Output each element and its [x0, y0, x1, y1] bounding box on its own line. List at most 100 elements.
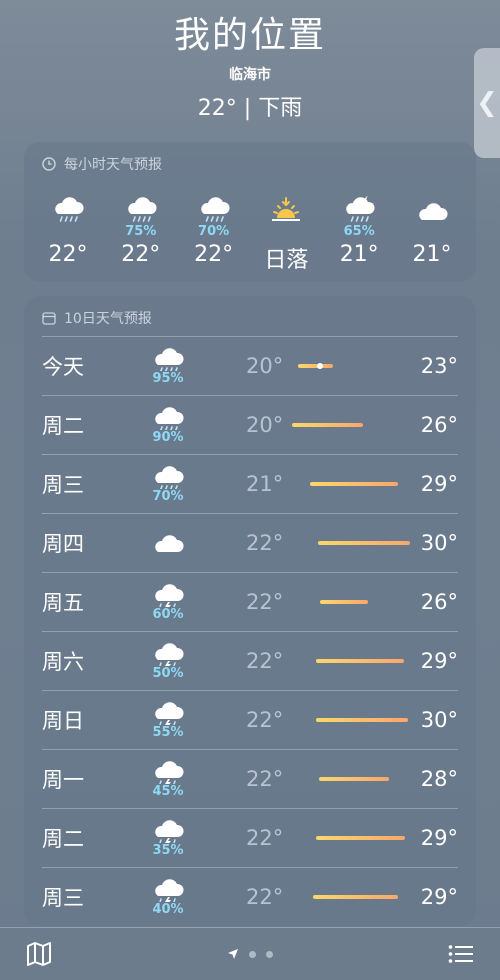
- page-dot: [249, 950, 256, 958]
- page-indicator[interactable]: [227, 948, 273, 960]
- temp-range-track: [292, 423, 410, 427]
- temp-range-track: [292, 600, 410, 604]
- precip-chance: 75%: [125, 224, 157, 239]
- daily-forecast-header: 10日天气预报: [24, 296, 476, 336]
- cloud-bolt-rain-icon: [148, 581, 188, 607]
- hourly-list: 22° 75% 22° 70% 22° 日落 65% 21° 21°: [24, 182, 476, 274]
- hour-item: 22°: [38, 190, 98, 274]
- low-temp: 22°: [246, 590, 284, 614]
- map-icon[interactable]: [26, 942, 52, 966]
- day-label: 周二: [42, 414, 84, 438]
- precip-chance: 40%: [152, 902, 184, 917]
- precip-chance: 90%: [152, 430, 184, 445]
- current-temp-dot: [317, 363, 324, 369]
- sunset-icon: [256, 190, 316, 224]
- daily-row[interactable]: 周二 90% 20° 26°: [42, 395, 458, 454]
- day-label: 周日: [42, 709, 84, 733]
- temp-range-track: [292, 482, 410, 486]
- current-conditions: 22° | 下雨: [197, 96, 303, 121]
- location-arrow-icon: [228, 949, 238, 959]
- weather-condition: 35%: [148, 817, 188, 858]
- daily-row[interactable]: 周一 45% 22° 28°: [42, 749, 458, 808]
- precip-chance: 45%: [152, 784, 184, 799]
- location-title: 我的位置: [173, 15, 326, 56]
- precip-chance: 65%: [343, 224, 375, 239]
- weather-condition: [148, 532, 188, 556]
- temp-range-track: [292, 659, 410, 663]
- hour-temp: 22°: [48, 242, 88, 267]
- hour-item: 21°: [402, 190, 462, 274]
- daily-row[interactable]: 今天 95% 20° 23°: [42, 336, 458, 395]
- cloud-bolt-rain-icon: [148, 817, 188, 843]
- day-label: 周一: [42, 768, 84, 792]
- daily-list: 今天 95% 20° 23° 周二 90% 20° 26° 周三 70% 21° 29° 周四 22° 30…: [24, 336, 476, 926]
- temp-range-track: [292, 895, 410, 899]
- precip-chance: 55%: [152, 725, 184, 740]
- hour-item: 75% 22°: [111, 190, 171, 274]
- cloud-bolt-rain-icon: [148, 640, 188, 666]
- precip-chance: 70%: [152, 489, 184, 504]
- daily-row[interactable]: 周六 50% 22° 29°: [42, 631, 458, 690]
- chevron-left-icon: ❮: [476, 88, 498, 118]
- high-temp: 29°: [420, 649, 458, 673]
- temp-range-bar: [319, 777, 389, 781]
- temp-range-bar: [309, 482, 399, 486]
- hour-temp: 21°: [412, 242, 452, 267]
- daily-row[interactable]: 周二 35% 22° 29°: [42, 808, 458, 867]
- daily-row[interactable]: 周五 60% 22° 26°: [42, 572, 458, 631]
- clock-icon: [42, 157, 56, 171]
- cloud-bolt-rain-icon: [148, 876, 188, 902]
- daily-forecast-title: 10日天气预报: [64, 311, 152, 327]
- hour-item: 70% 22°: [184, 190, 244, 274]
- daily-row[interactable]: 周三 40% 22° 29°: [42, 867, 458, 926]
- temp-range-track: [292, 718, 410, 722]
- temp-range-track: [292, 836, 410, 840]
- hour-temp: 22°: [194, 242, 234, 267]
- cloud-rain-icon: [111, 190, 171, 224]
- weather-condition: 45%: [148, 758, 188, 799]
- daily-row[interactable]: 周日 55% 22° 30°: [42, 690, 458, 749]
- high-temp: 30°: [420, 708, 458, 732]
- low-temp: 21°: [246, 472, 284, 496]
- calendar-icon: [42, 312, 56, 325]
- hourly-forecast-title: 每小时天气预报: [64, 157, 162, 173]
- precip-chance: [402, 224, 462, 240]
- temp-range-bar: [315, 659, 405, 663]
- high-temp: 23°: [420, 354, 458, 378]
- side-panel-tab[interactable]: ❮: [474, 48, 500, 158]
- high-temp: 29°: [420, 826, 458, 850]
- high-temp: 28°: [420, 767, 458, 791]
- day-label: 周三: [42, 473, 84, 497]
- precip-chance: 35%: [152, 843, 184, 858]
- temp-range-bar: [317, 541, 410, 545]
- cloud-moon-rain-icon: [329, 190, 389, 224]
- temp-range-bar: [313, 895, 399, 899]
- list-icon[interactable]: [448, 944, 474, 964]
- weather-condition: 40%: [148, 876, 188, 917]
- high-temp: 26°: [420, 590, 458, 614]
- bottom-toolbar: [0, 927, 500, 980]
- weather-condition: 50%: [148, 640, 188, 681]
- temp-range-bar: [297, 363, 334, 369]
- low-temp: 20°: [246, 413, 284, 437]
- cloud-rain-icon: [148, 404, 188, 430]
- day-label: 周六: [42, 650, 84, 674]
- high-temp: 29°: [420, 885, 458, 909]
- low-temp: 22°: [246, 531, 284, 555]
- cloud-rain-icon: [38, 190, 98, 224]
- low-temp: 20°: [246, 354, 284, 378]
- day-label: 周二: [42, 827, 84, 851]
- cloud-bolt-rain-icon: [148, 699, 188, 725]
- cloud-icon: [402, 190, 462, 224]
- cloud-rain-icon: [148, 345, 188, 371]
- temp-range-bar: [292, 423, 363, 427]
- low-temp: 22°: [246, 649, 284, 673]
- daily-row[interactable]: 周三 70% 21° 29°: [42, 454, 458, 513]
- page-dot: [266, 950, 273, 958]
- daily-row[interactable]: 周四 22° 30°: [42, 513, 458, 572]
- location-header: 我的位置 临海市 22° | 下雨: [0, 12, 500, 122]
- hourly-forecast-card: 每小时天气预报 22° 75% 22° 70% 22° 日落 65% 21° 21°: [24, 142, 476, 282]
- weather-condition: 60%: [148, 581, 188, 622]
- cloud-bolt-rain-icon: [148, 758, 188, 784]
- low-temp: 22°: [246, 767, 284, 791]
